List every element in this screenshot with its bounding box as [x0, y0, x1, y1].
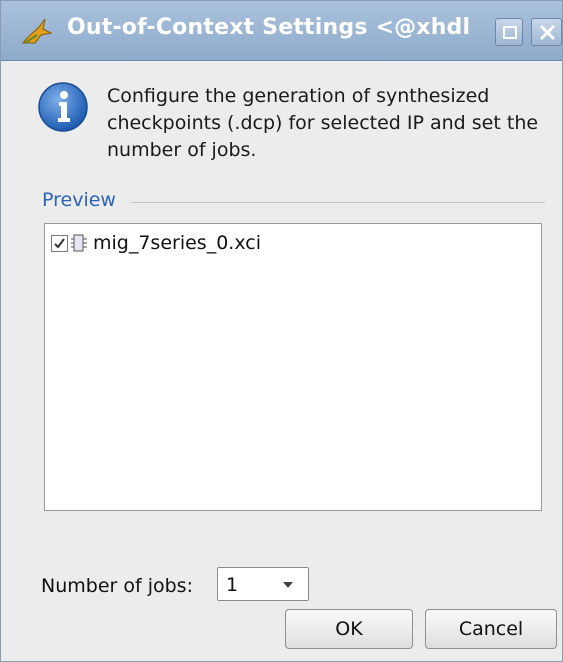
preview-label: Preview [42, 189, 116, 211]
window-title: Out-of-Context Settings <@xhdl [67, 15, 471, 40]
chevron-down-icon [283, 582, 293, 588]
jobs-value: 1 [226, 574, 239, 596]
item-checkbox[interactable] [51, 234, 68, 252]
maximize-icon [503, 26, 517, 39]
info-icon [38, 82, 88, 132]
title-bar[interactable]: Out-of-Context Settings <@xhdl [1, 1, 562, 61]
vivado-leaf-icon [21, 18, 53, 44]
preview-divider [131, 202, 545, 203]
tree-item-label: mig_7series_0.xci [93, 232, 261, 254]
cancel-button[interactable]: Cancel [425, 609, 557, 649]
jobs-dropdown[interactable]: 1 [217, 567, 309, 601]
close-icon [539, 24, 556, 41]
preview-tree[interactable]: mig_7series_0.xci [44, 223, 542, 511]
ip-core-icon [71, 234, 87, 252]
jobs-label: Number of jobs: [41, 575, 193, 597]
ok-button[interactable]: OK [285, 609, 413, 649]
close-button[interactable] [531, 18, 562, 46]
dialog-window: Out-of-Context Settings <@xhdl Configure… [0, 0, 563, 662]
info-message: Configure the generation of synthesized … [107, 85, 539, 161]
checkmark-icon [54, 237, 65, 249]
tree-item-mig[interactable]: mig_7series_0.xci [51, 232, 261, 254]
maximize-button[interactable] [495, 18, 523, 46]
